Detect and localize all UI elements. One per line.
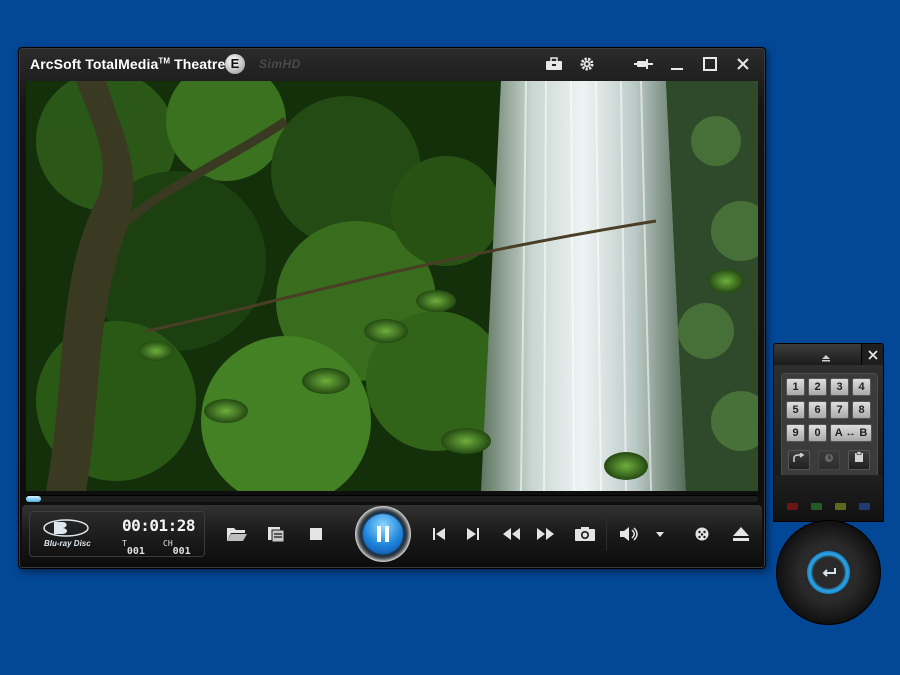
key-4[interactable]: 4 bbox=[852, 378, 871, 396]
yellow-button[interactable] bbox=[835, 503, 846, 510]
key-9[interactable]: 9 bbox=[786, 424, 805, 442]
toolbox-icon[interactable] bbox=[543, 54, 565, 74]
key-8[interactable]: 8 bbox=[852, 401, 871, 419]
close-icon[interactable] bbox=[732, 54, 754, 74]
title-bar[interactable]: ArcSoft TotalMediaTM Theatre E SimHD bbox=[19, 48, 765, 80]
ab-repeat-button[interactable]: A ↔ B bbox=[830, 424, 872, 442]
next-icon[interactable] bbox=[460, 521, 486, 547]
simhd-logo: SimHD bbox=[259, 57, 301, 71]
seek-progress bbox=[26, 496, 41, 502]
key-1[interactable]: 1 bbox=[786, 378, 805, 396]
key-5[interactable]: 5 bbox=[786, 401, 805, 419]
video-area[interactable] bbox=[26, 81, 758, 491]
pin-icon[interactable] bbox=[633, 54, 655, 74]
color-buttons-panel bbox=[773, 475, 884, 522]
app-title: ArcSoft TotalMediaTM Theatre bbox=[30, 56, 226, 72]
seek-bar[interactable] bbox=[26, 495, 758, 502]
chapter-counter: CH001 bbox=[163, 539, 191, 557]
pause-button[interactable] bbox=[355, 506, 411, 562]
remote-close-icon[interactable] bbox=[861, 344, 883, 365]
volume-dropdown-icon[interactable] bbox=[647, 521, 673, 547]
minimize-icon[interactable] bbox=[666, 54, 688, 74]
fast-forward-icon[interactable] bbox=[533, 521, 559, 547]
remote-titlebar[interactable] bbox=[773, 343, 884, 367]
disc-type-label: Blu-ray Disc bbox=[44, 539, 91, 548]
blue-button[interactable] bbox=[859, 503, 870, 510]
red-button[interactable] bbox=[787, 503, 798, 510]
elapsed-time: 00:01:28 bbox=[122, 516, 196, 535]
key-7[interactable]: 7 bbox=[830, 401, 849, 419]
bluray-disc-logo: Blu-ray Disc bbox=[42, 517, 102, 551]
eject-icon[interactable] bbox=[728, 521, 754, 547]
title-counter: T001 bbox=[122, 539, 145, 557]
key-6[interactable]: 6 bbox=[808, 401, 827, 419]
maximize-icon[interactable] bbox=[699, 54, 721, 74]
clipboard-icon[interactable] bbox=[848, 450, 870, 470]
enter-button[interactable] bbox=[807, 551, 850, 594]
key-3[interactable]: 3 bbox=[830, 378, 849, 396]
enter-icon bbox=[822, 567, 836, 577]
status-display: Blu-ray Disc 00:01:28 T001 CH001 bbox=[29, 511, 205, 557]
timer-icon[interactable] bbox=[818, 450, 840, 470]
divider bbox=[606, 517, 607, 551]
gear-icon[interactable] bbox=[576, 54, 598, 74]
navigation-pad bbox=[776, 520, 881, 625]
stop-icon[interactable] bbox=[303, 521, 329, 547]
remote-control: 1 2 3 4 5 6 7 8 9 0 A ↔ B bbox=[773, 343, 884, 628]
pause-icon bbox=[363, 514, 403, 554]
video-frame-waterfall bbox=[26, 81, 758, 491]
player-window: ArcSoft TotalMediaTM Theatre E SimHD Blu… bbox=[18, 47, 766, 569]
key-2[interactable]: 2 bbox=[808, 378, 827, 396]
previous-icon[interactable] bbox=[426, 521, 452, 547]
control-bar: Blu-ray Disc 00:01:28 T001 CH001 bbox=[22, 505, 762, 563]
return-icon[interactable] bbox=[788, 450, 810, 470]
edition-badge: E bbox=[225, 54, 245, 74]
keypad: 1 2 3 4 5 6 7 8 9 0 A ↔ B bbox=[781, 373, 878, 483]
green-button[interactable] bbox=[811, 503, 822, 510]
playlist-icon[interactable] bbox=[263, 521, 289, 547]
rewind-icon[interactable] bbox=[498, 521, 524, 547]
remote-icon[interactable] bbox=[689, 521, 715, 547]
open-folder-icon[interactable] bbox=[224, 521, 250, 547]
volume-icon[interactable] bbox=[616, 521, 642, 547]
snapshot-icon[interactable] bbox=[572, 521, 598, 547]
key-0[interactable]: 0 bbox=[808, 424, 827, 442]
